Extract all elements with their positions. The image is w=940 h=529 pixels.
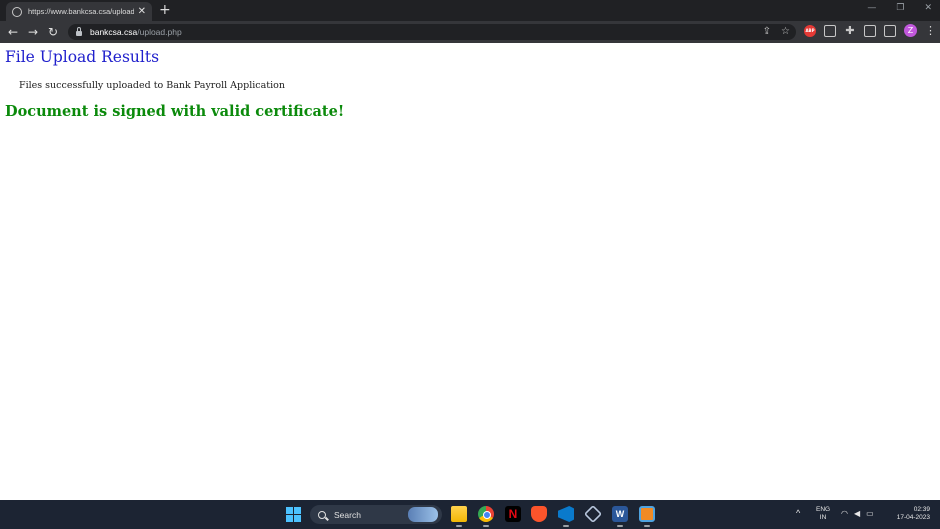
language-indicator[interactable]: ENG IN [816,506,830,529]
app-icon[interactable] [639,506,655,522]
window-controls: — ❐ ✕ [867,3,932,13]
search-label: Search [334,509,361,520]
word-icon[interactable]: W [612,506,628,522]
app-running-indicator [483,525,489,527]
app-running-indicator [617,525,623,527]
back-button[interactable]: ← [5,24,21,40]
app-running-indicator [644,525,650,527]
upload-success-message: Files successfully uploaded to Bank Payr… [19,80,285,91]
tab-close-icon[interactable]: ✕ [138,6,146,17]
bookmark-star-icon[interactable]: ☆ [781,25,790,39]
file-explorer-icon[interactable] [451,506,467,522]
language-code: ENG [816,506,831,513]
restore-button[interactable]: ❐ [896,3,904,13]
certificate-status: Document is signed with valid certificat… [5,103,345,120]
taskbar-search[interactable]: Search [310,505,442,524]
wifi-icon: ◠ [841,509,848,518]
extensions-puzzle-icon[interactable]: ✚ [844,24,856,37]
clock-time: 02:39 [913,506,930,513]
extensions-area: ABP ✚ Z ⋮ [804,24,936,37]
windows-start-icon[interactable] [286,507,301,522]
address-url[interactable]: bankcsa.csa/upload.php [90,27,182,37]
netflix-icon[interactable]: N [505,506,521,522]
minimize-button[interactable]: — [867,3,876,13]
app-running-indicator [456,525,462,527]
url-path: /upload.php [137,27,182,37]
tray-overflow-chevron-icon[interactable]: ^ [796,508,800,529]
url-host: bankcsa.csa [90,27,138,37]
search-icon [318,510,326,519]
address-bar[interactable]: bankcsa.csa/upload.php ⇪ ☆ [68,24,796,40]
brave-icon[interactable] [531,506,547,522]
lock-icon[interactable] [76,26,82,36]
volume-icon: ◀ [853,509,861,518]
share-icon[interactable]: ⇪ [763,25,771,39]
browser-tab[interactable]: https://www.bankcsa.csa/upload ✕ [6,2,152,21]
vscode-icon[interactable] [558,506,574,522]
reading-list-icon[interactable] [864,24,876,37]
browser-menu-icon[interactable]: ⋮ [925,24,936,37]
screen-capture-extension-icon[interactable] [824,24,836,37]
new-tab-button[interactable]: + [159,2,171,18]
profile-avatar[interactable]: Z [904,24,917,37]
browser-tab-strip: https://www.bankcsa.csa/upload ✕ + — ❐ ✕ [0,0,940,21]
app-running-indicator [563,525,569,527]
search-highlight-image [408,507,438,522]
reload-button[interactable]: ↻ [45,24,61,40]
page-title: File Upload Results [5,48,160,66]
adblock-extension-icon[interactable]: ABP [804,24,816,37]
tray-quick-settings[interactable]: ◠ ◀ ▭ [841,509,874,529]
page-content: File Upload Results Files successfully u… [0,43,940,500]
virtualbox-icon[interactable] [583,504,603,524]
close-window-button[interactable]: ✕ [924,3,932,13]
omnibox-icons: ⇪ ☆ [763,25,790,39]
forward-button[interactable]: → [25,24,41,40]
globe-icon [12,6,22,17]
taskbar-clock[interactable]: 02:39 17-04-2023 [888,506,930,529]
side-panel-icon[interactable] [884,24,896,37]
browser-toolbar: ← → ↻ bankcsa.csa/upload.php ⇪ ☆ ABP ✚ Z… [0,21,940,43]
battery-icon: ▭ [866,509,874,518]
clock-date: 17-04-2023 [896,514,930,521]
taskbar: Search N W ^ ENG IN ◠ ◀ ▭ 02:39 17-04-20… [0,500,940,529]
chrome-icon[interactable] [478,506,494,522]
region-code: IN [819,514,827,521]
tab-title: https://www.bankcsa.csa/upload [28,7,134,16]
